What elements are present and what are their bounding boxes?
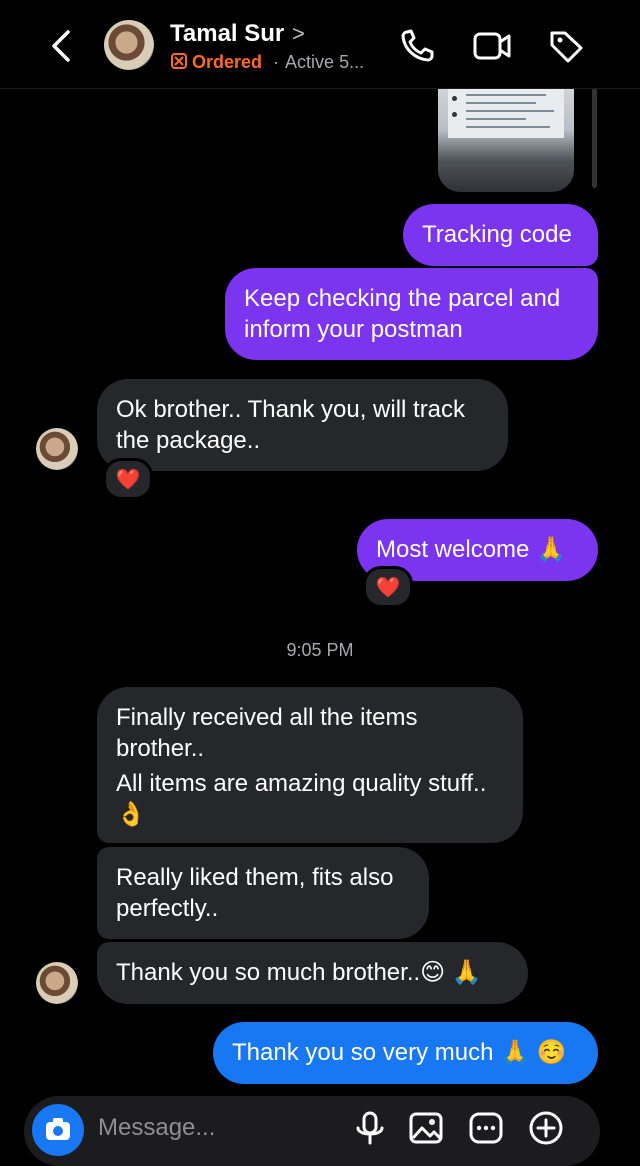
message-line: perfectly.. — [116, 895, 219, 922]
message-line: Finally received all the items — [116, 704, 418, 731]
message-line: brother.. — [116, 735, 205, 762]
back-chevron-icon[interactable] — [44, 26, 78, 66]
chat-header: Tamal Sur > Ordered · Active 5... — [0, 0, 640, 89]
message-text: Most welcome 🙏 — [376, 536, 566, 563]
receipt-dot — [452, 96, 457, 101]
message-bubble-incoming[interactable]: Finally received all the items brother..… — [97, 687, 523, 843]
ok-hand-emoji: 👌 — [116, 801, 146, 828]
receipt-line — [466, 102, 536, 104]
heart-reaction[interactable]: ❤️ — [103, 458, 153, 500]
message-line: Really liked them, fits also — [116, 864, 394, 891]
message-line: Keep checking the parcel and — [244, 285, 561, 312]
receipt-line — [466, 110, 554, 112]
microphone-icon[interactable] — [352, 1110, 388, 1146]
message-text: Thank you so very much 🙏 ☺️ — [232, 1039, 567, 1066]
sender-avatar[interactable] — [36, 428, 78, 470]
name-chevron-icon[interactable]: > — [292, 21, 305, 47]
scrollbar[interactable] — [592, 88, 597, 188]
receipt-line — [466, 118, 526, 120]
message-line: Ok brother.. Thank you, will track — [116, 396, 466, 423]
contact-name[interactable]: Tamal Sur — [170, 20, 284, 48]
message-line: inform your postman — [244, 316, 463, 343]
message-bubble-incoming[interactable]: Thank you so much brother..😊 🙏 — [97, 942, 528, 1004]
message-text: Tracking code — [422, 221, 572, 248]
shared-image-thumbnail[interactable] — [438, 88, 574, 192]
ordered-status: Ordered — [192, 52, 263, 72]
order-badge-icon — [171, 53, 187, 69]
receipt-dot — [452, 112, 457, 117]
contact-avatar[interactable] — [104, 20, 154, 70]
plus-icon[interactable] — [528, 1110, 564, 1146]
video-camera-icon[interactable] — [472, 28, 512, 64]
camera-icon — [46, 1118, 70, 1140]
timestamp: 9:05 PM — [286, 640, 354, 660]
receipt-line — [466, 126, 550, 128]
message-line: the package.. — [116, 427, 261, 454]
gallery-icon[interactable] — [408, 1110, 444, 1146]
sender-avatar[interactable] — [36, 962, 78, 1004]
heart-reaction[interactable]: ❤️ — [363, 566, 413, 608]
active-status: Active 5... — [285, 52, 365, 72]
message-bubble-outgoing[interactable]: Thank you so very much 🙏 ☺️ — [213, 1022, 598, 1084]
phone-icon[interactable] — [398, 28, 438, 64]
message-line: All items are amazing quality stuff.. — [116, 770, 487, 797]
sticker-icon[interactable] — [468, 1110, 504, 1146]
message-bubble-outgoing[interactable]: Keep checking the parcel and inform your… — [225, 268, 598, 360]
contact-subtitle: Ordered · Active 5... — [170, 52, 364, 73]
message-composer: Message... — [24, 1096, 600, 1166]
message-bubble-outgoing[interactable]: Tracking code — [403, 204, 598, 266]
tag-icon[interactable] — [546, 28, 586, 64]
message-bubble-incoming[interactable]: Really liked them, fits also perfectly.. — [97, 847, 429, 939]
message-bubble-incoming[interactable]: Ok brother.. Thank you, will track the p… — [97, 379, 508, 471]
separator-dot: · — [273, 52, 280, 72]
camera-button[interactable] — [32, 1104, 84, 1156]
message-text: Thank you so much brother..😊 🙏 — [116, 959, 482, 986]
receipt-line — [466, 94, 546, 96]
